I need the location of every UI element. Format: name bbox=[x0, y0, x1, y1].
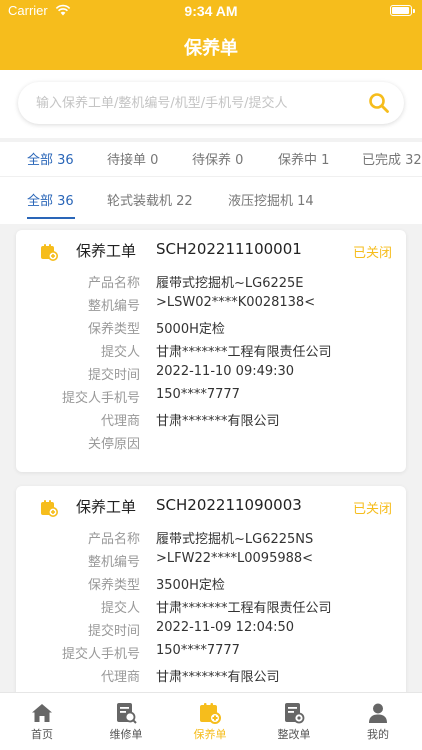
row-agent: 代理商 甘肃*******有限公司 bbox=[16, 410, 406, 432]
tabbar-label: 维修单 bbox=[109, 728, 143, 741]
row-submitter-phone: 提交人手机号 150****7777 bbox=[16, 643, 406, 665]
row-label: 代理商 bbox=[100, 670, 140, 685]
order-card[interactable]: 保养工单 SCH202211090003 已关闭 产品名称 履带式挖掘机~LG62… bbox=[16, 486, 406, 706]
row-label: 提交时间 bbox=[87, 624, 140, 639]
home-icon bbox=[32, 704, 52, 722]
order-label: 保养工单 bbox=[76, 242, 137, 260]
row-label: 提交人 bbox=[100, 345, 140, 360]
clock: 9:34 AM bbox=[184, 3, 238, 19]
row-label: 提交时间 bbox=[87, 368, 140, 383]
tabbar-item-repair[interactable]: 维修单 bbox=[84, 693, 168, 750]
row-value: 履带式挖掘机~LG6225E bbox=[156, 276, 304, 291]
tabbar-item-profile[interactable]: 我的 bbox=[336, 693, 420, 750]
row-value: 甘肃*******有限公司 bbox=[156, 414, 280, 429]
tab-in-maintenance[interactable]: 保养中 1 bbox=[278, 149, 329, 168]
row-value: 甘肃*******工程有限责任公司 bbox=[156, 345, 332, 360]
tabbar-item-maintenance[interactable]: 保养单 bbox=[168, 693, 252, 750]
row-value: 2022-11-10 09:49:30 bbox=[156, 364, 295, 379]
app-header: Carrier 9:34 AM 保养单 bbox=[0, 0, 422, 70]
status-tabs: 全部 36 待接单 0 待保养 0 保养中 1 已完成 32 bbox=[0, 142, 422, 176]
status-badge: 已关闭 bbox=[352, 502, 392, 517]
tab-hydraulic-excavator[interactable]: 液压挖掘机 14 bbox=[228, 190, 314, 209]
profile-icon bbox=[369, 703, 387, 723]
tab-wheel-loader[interactable]: 轮式装载机 22 bbox=[107, 190, 193, 209]
row-value: 甘肃*******工程有限责任公司 bbox=[156, 601, 332, 616]
row-value: 150****7777 bbox=[156, 387, 240, 402]
row-product-name: 产品名称 履带式挖掘机~LG6225NS bbox=[16, 528, 406, 550]
row-submitter: 提交人 甘肃*******工程有限责任公司 bbox=[16, 341, 406, 363]
row-value: 2022-11-09 12:04:50 bbox=[156, 620, 295, 635]
row-label: 产品名称 bbox=[87, 532, 140, 547]
order-card[interactable]: 保养工单 SCH202211100001 已关闭 产品名称 履带式挖掘机~LG62… bbox=[16, 230, 406, 472]
row-value: 5000H定检 bbox=[156, 322, 225, 337]
row-label: 产品名称 bbox=[87, 276, 140, 291]
tabbar-label: 我的 bbox=[367, 728, 389, 741]
row-maintenance-type: 保养类型 5000H定检 bbox=[16, 318, 406, 340]
repair-order-icon bbox=[117, 703, 137, 724]
search-box[interactable] bbox=[18, 82, 404, 124]
status-badge: 已关闭 bbox=[352, 246, 392, 261]
status-bar: Carrier 9:34 AM bbox=[0, 0, 422, 22]
row-value: 甘肃*******有限公司 bbox=[156, 670, 280, 685]
row-label: 整机编号 bbox=[87, 299, 140, 314]
row-value: >LSW02****K0028138< bbox=[156, 295, 316, 310]
row-label: 提交人手机号 bbox=[61, 647, 140, 662]
row-label: 提交人 bbox=[100, 601, 140, 616]
rectification-order-icon bbox=[285, 703, 305, 724]
row-label: 保养类型 bbox=[87, 578, 140, 593]
row-maintenance-type: 保养类型 3500H定检 bbox=[16, 574, 406, 596]
row-label: 代理商 bbox=[100, 414, 140, 429]
row-submit-time: 提交时间 2022-11-09 12:04:50 bbox=[16, 620, 406, 642]
search-input[interactable] bbox=[36, 82, 356, 124]
tab-all-types[interactable]: 全部 36 bbox=[27, 190, 74, 209]
row-submitter-phone: 提交人手机号 150****7777 bbox=[16, 387, 406, 409]
order-label: 保养工单 bbox=[76, 498, 137, 516]
row-value: 150****7777 bbox=[156, 643, 240, 658]
row-value: 3500H定检 bbox=[156, 578, 225, 593]
row-label: 整机编号 bbox=[87, 555, 140, 570]
tab-completed[interactable]: 已完成 32 bbox=[362, 149, 422, 168]
row-submitter: 提交人 甘肃*******工程有限责任公司 bbox=[16, 597, 406, 619]
row-label: 保养类型 bbox=[87, 322, 140, 337]
order-number: SCH202211100001 bbox=[156, 240, 302, 258]
active-tab-indicator bbox=[27, 217, 75, 219]
order-icon bbox=[41, 500, 58, 517]
order-icon bbox=[41, 244, 58, 261]
tabbar-label: 整改单 bbox=[277, 728, 311, 741]
row-submit-time: 提交时间 2022-11-10 09:49:30 bbox=[16, 364, 406, 386]
row-value: 履带式挖掘机~LG6225NS bbox=[156, 532, 314, 547]
row-machine-number: 整机编号 >LSW02****K0028138< bbox=[16, 295, 406, 317]
maintenance-order-icon bbox=[200, 703, 221, 724]
battery-icon bbox=[390, 5, 415, 16]
tab-pending-accept[interactable]: 待接单 0 bbox=[107, 149, 158, 168]
row-label: 关停原因 bbox=[87, 437, 140, 452]
tabbar-item-rectification[interactable]: 整改单 bbox=[252, 693, 336, 750]
type-tabs: 全部 36 轮式装载机 22 液压挖掘机 14 bbox=[0, 176, 422, 224]
tabbar-label: 保养单 bbox=[193, 728, 227, 741]
row-close-reason: 关停原因 bbox=[16, 433, 406, 455]
row-label: 提交人手机号 bbox=[61, 391, 140, 406]
tab-all-status[interactable]: 全部 36 bbox=[27, 149, 74, 168]
order-number: SCH202211090003 bbox=[156, 496, 302, 514]
search-section bbox=[0, 70, 422, 138]
row-value: >LFW22****L0095988< bbox=[156, 551, 314, 566]
tab-pending-maintenance[interactable]: 待保养 0 bbox=[192, 149, 243, 168]
bottom-tab-bar: 首页 维修单 保养单 整改单 我的 bbox=[0, 692, 422, 750]
row-agent: 代理商 甘肃*******有限公司 bbox=[16, 666, 406, 688]
search-icon[interactable] bbox=[368, 92, 390, 114]
tabbar-item-home[interactable]: 首页 bbox=[0, 693, 84, 750]
page-title: 保养单 bbox=[184, 38, 238, 59]
row-machine-number: 整机编号 >LFW22****L0095988< bbox=[16, 551, 406, 573]
row-product-name: 产品名称 履带式挖掘机~LG6225E bbox=[16, 272, 406, 294]
tabbar-label: 首页 bbox=[31, 728, 53, 741]
